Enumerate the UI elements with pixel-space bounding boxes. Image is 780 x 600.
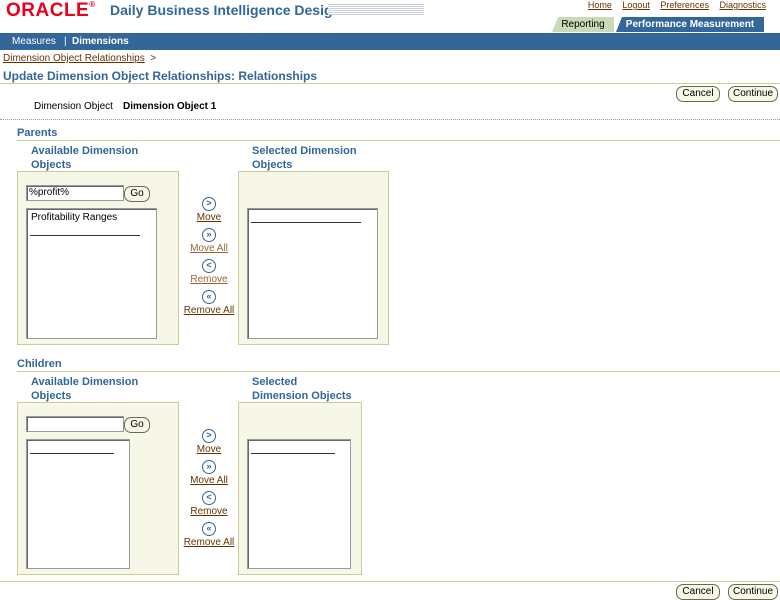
diagnostics-link[interactable]: Diagnostics	[719, 0, 766, 10]
children-section-title: Children	[17, 358, 62, 370]
remove-all-icon[interactable]: «	[202, 290, 216, 304]
list-underline	[30, 453, 114, 454]
continue-button-top[interactable]: Continue	[728, 86, 778, 102]
nav-measures[interactable]: Measures	[12, 36, 56, 47]
continue-button-bottom[interactable]: Continue	[728, 584, 778, 600]
parents-remove-all-link[interactable]: Remove All	[179, 305, 239, 316]
cancel-button-bottom[interactable]: Cancel	[676, 584, 720, 600]
children-available-list[interactable]	[26, 439, 130, 569]
preferences-link[interactable]: Preferences	[660, 0, 709, 10]
children-shuttle-controls: > Move » Move All < Remove « Remove All	[179, 429, 239, 548]
cancel-button-top[interactable]: Cancel	[676, 86, 720, 102]
children-remove-link[interactable]: Remove	[179, 506, 239, 517]
parents-selected-heading: Selected Dimension Objects	[252, 145, 357, 171]
children-divider	[17, 371, 780, 372]
page-title: Update Dimension Object Relationships: R…	[3, 69, 318, 83]
list-underline	[30, 235, 140, 236]
parents-move-all-link[interactable]: Move All	[179, 243, 239, 254]
children-move-link[interactable]: Move	[179, 444, 239, 455]
move-all-icon[interactable]: »	[202, 460, 216, 474]
tab-reporting[interactable]: Reporting	[552, 17, 614, 32]
move-icon[interactable]: >	[202, 429, 216, 443]
sub-navigation-bar: Measures | Dimensions	[0, 33, 780, 50]
list-underline	[251, 222, 361, 223]
parents-shuttle-controls: > Move » Move All < Remove « Remove All	[179, 197, 239, 316]
nav-separator: |	[64, 36, 67, 47]
parents-go-button[interactable]: Go	[124, 186, 150, 202]
title-decoration	[328, 4, 424, 15]
nav-dimensions[interactable]: Dimensions	[72, 36, 129, 47]
children-go-button[interactable]: Go	[124, 417, 150, 433]
footer-divider	[0, 581, 780, 582]
children-available-heading: Available Dimension Objects	[31, 376, 139, 402]
list-underline	[251, 453, 335, 454]
children-selected-heading: Selected Dimension Objects	[252, 376, 352, 402]
parents-search-input[interactable]: %profit%	[26, 185, 124, 201]
oracle-logo: ORACLE®	[6, 0, 96, 21]
parents-move-link[interactable]: Move	[179, 212, 239, 223]
breadcrumb: Dimension Object Relationships >	[3, 53, 156, 64]
breadcrumb-dimension-object-relationships[interactable]: Dimension Object Relationships	[3, 53, 145, 64]
move-all-icon[interactable]: »	[202, 228, 216, 242]
children-search-input[interactable]	[26, 416, 124, 432]
remove-all-icon[interactable]: «	[202, 522, 216, 536]
parents-selected-list[interactable]	[247, 208, 378, 339]
children-selected-list[interactable]	[247, 439, 351, 569]
dimension-object-label: Dimension Object	[34, 101, 113, 112]
app-title: Daily Business Intelligence Designer	[110, 2, 355, 18]
global-links: Home Logout Preferences Diagnostics	[580, 0, 766, 10]
parents-divider	[17, 140, 780, 141]
remove-icon[interactable]: <	[202, 259, 216, 273]
parents-available-heading: Available Dimension Objects	[31, 145, 139, 171]
remove-icon[interactable]: <	[202, 491, 216, 505]
children-move-all-link[interactable]: Move All	[179, 475, 239, 486]
logout-link[interactable]: Logout	[622, 0, 650, 10]
tab-performance-measurement[interactable]: Performance Measurement	[616, 17, 764, 32]
list-item[interactable]: Profitability Ranges	[31, 212, 117, 223]
move-icon[interactable]: >	[202, 197, 216, 211]
home-link[interactable]: Home	[588, 0, 612, 10]
parents-remove-link[interactable]: Remove	[179, 274, 239, 285]
children-remove-all-link[interactable]: Remove All	[179, 537, 239, 548]
breadcrumb-separator: >	[150, 53, 157, 64]
parents-available-list[interactable]: Profitability Ranges	[26, 208, 157, 339]
dimension-object-value: Dimension Object 1	[123, 101, 217, 112]
title-divider	[0, 83, 780, 84]
dotted-divider	[0, 119, 780, 120]
parents-section-title: Parents	[17, 127, 58, 139]
